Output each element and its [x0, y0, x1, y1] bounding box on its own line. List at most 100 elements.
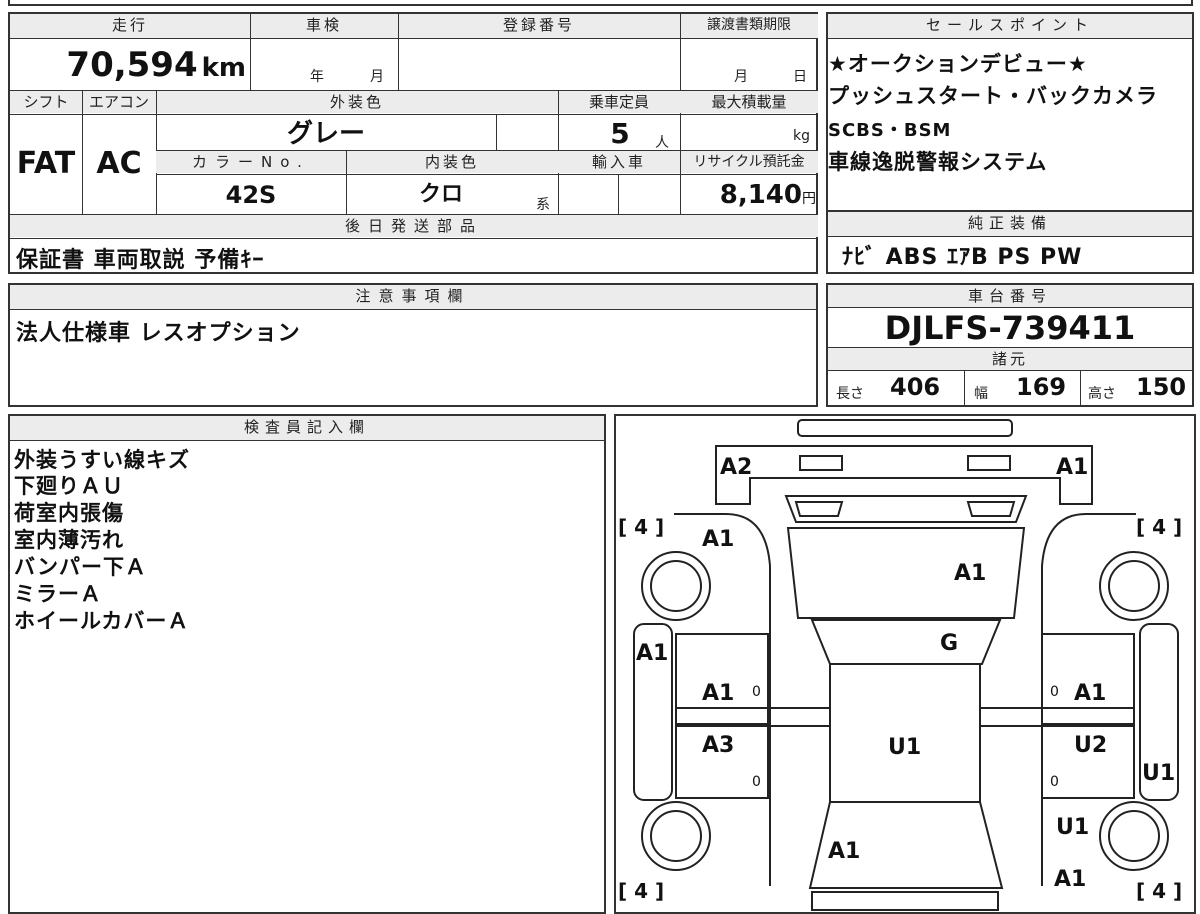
recycle-number: 8,140: [719, 180, 802, 210]
inspector-line-3: 荷室内張傷: [14, 501, 124, 525]
ac-value: AC: [96, 146, 142, 181]
vehicle-info-block: 走行 車検 登録番号 譲渡書類期限 70,594 km 年 月 月 日 シフト エ…: [8, 12, 818, 274]
inspector-line-6: ミラーＡ: [14, 582, 102, 606]
mark-door-front-right: A1: [1074, 681, 1106, 706]
hood-outline: [786, 527, 1026, 619]
recycle-value: 8,140円: [680, 174, 816, 214]
capacity-value: 5: [610, 117, 630, 150]
door-front-left: [675, 633, 769, 725]
zero-door-rear-right: 0: [1050, 774, 1059, 790]
headlight-left: [799, 455, 843, 471]
mileage-number: 70,594: [66, 45, 198, 85]
chassis-block: 車台番号 DJLFS-739411 諸元 長さ 406 幅 169 高さ 150: [826, 283, 1194, 407]
height-value: 150: [1136, 373, 1187, 401]
windshield-outline: [810, 619, 1002, 665]
color-no-label: カラーNo.: [156, 151, 346, 173]
mark-side-left: A1: [636, 641, 668, 666]
transfer-label: 譲渡書類期限: [680, 14, 818, 38]
inspector-line-2: 下廻りＡＵ: [14, 474, 124, 498]
car-damage-diagram: A2 A1 A1 A1 G A1 A1 A1 A3 U1 U2 U1 U1 A1…: [618, 419, 1182, 911]
zero-door-front-left: 0: [752, 684, 761, 700]
mark-front-right: A1: [1056, 455, 1088, 480]
shift-label: シフト: [10, 91, 82, 113]
mileage-label: 走行: [10, 14, 250, 38]
inspector-line-4: 室内薄汚れ: [14, 528, 124, 552]
inspection-year: 年: [310, 69, 324, 85]
width-label: 幅: [974, 386, 988, 402]
equipment-value: ﾅﾋﾞ ABS ｴｱB PS PW: [842, 245, 1083, 270]
mark-hood: A1: [954, 561, 986, 586]
mark-door-front-left: A1: [702, 681, 734, 706]
capacity-label: 乗車定員: [558, 91, 680, 113]
rear-bumper-outline: [811, 891, 999, 911]
mark-rear-right: A1: [1054, 867, 1086, 892]
tire-rear-right: [ 4 ]: [1136, 879, 1182, 903]
equipment-block: 純正装備 ﾅﾋﾞ ABS ｴｱB PS PW: [826, 212, 1194, 274]
load-unit: kg: [793, 128, 810, 144]
sales-points-block: セールスポイント ★オークションデビュー★ プッシュスタート・バックカメラ SC…: [826, 12, 1194, 212]
length-label: 長さ: [836, 386, 864, 402]
mark-front-left: A2: [720, 455, 752, 480]
sales-point-3: SCBS・BSM: [828, 120, 952, 141]
wheel-rear-right: [1099, 801, 1169, 871]
inspector-line-5: バンパー下Ａ: [14, 555, 148, 579]
recycle-label: リサイクル預託金: [680, 151, 818, 173]
length-value: 406: [890, 373, 941, 401]
later-parts-label: 後日発送部品: [10, 215, 818, 237]
mark-side-right: U1: [1142, 761, 1175, 786]
mark-quarter-right: U1: [1056, 815, 1089, 840]
inspection-label: 車検: [250, 14, 398, 38]
width-value: 169: [1016, 373, 1067, 401]
mark-trunk: A1: [828, 839, 860, 864]
notes-value: 法人仕様車 レスオプション: [16, 321, 301, 346]
top-cutoff-row: [8, 0, 1193, 6]
inspector-line-7: ホイールカバーＡ: [14, 609, 190, 633]
mileage-value: 70,594 km: [10, 42, 246, 88]
mark-windshield: G: [940, 631, 958, 656]
inspector-label: 検査員記入欄: [10, 416, 604, 440]
import-label: 輸入車: [558, 151, 680, 173]
color-no-value: 42S: [225, 181, 277, 209]
ac-label: エアコン: [82, 91, 156, 113]
transfer-month: 月: [734, 69, 748, 85]
interior-label: 内装色: [346, 151, 558, 173]
mark-door-rear-left: A3: [702, 733, 734, 758]
registration-label: 登録番号: [398, 14, 680, 38]
wheel-rear-left: [641, 801, 711, 871]
inspector-block: 検査員記入欄 外装うすい線キズ 下廻りＡＵ 荷室内張傷 室内薄汚れ バンパー下Ａ…: [8, 414, 606, 914]
later-parts-value: 保証書 車両取説 予備ｷｰ: [16, 248, 265, 273]
mark-fender-left: A1: [702, 527, 734, 552]
mileage-unit: km: [201, 53, 246, 83]
interior-suffix: 系: [536, 197, 550, 213]
tire-front-right: [ 4 ]: [1136, 515, 1182, 539]
interior-value: クロ: [418, 182, 463, 207]
door-front-right: [1041, 633, 1135, 725]
zero-door-front-right: 0: [1050, 684, 1059, 700]
capacity-unit: 人: [655, 135, 669, 151]
front-bumper-outline: [797, 419, 1013, 437]
mark-door-rear-right: U2: [1074, 733, 1107, 758]
notes-block: 注意事項欄 法人仕様車 レスオプション: [8, 283, 818, 407]
exterior-value: グレー: [286, 119, 365, 149]
mark-roof: U1: [888, 735, 921, 760]
tire-front-left: [ 4 ]: [618, 515, 664, 539]
shift-value: FAT: [16, 146, 76, 181]
transfer-day: 日: [793, 69, 807, 85]
sales-point-1: ★オークションデビュー★: [828, 52, 1088, 76]
wheel-front-left: [641, 551, 711, 621]
height-label: 高さ: [1088, 386, 1116, 402]
tire-rear-left: [ 4 ]: [618, 879, 664, 903]
sales-points-label: セールスポイント: [828, 14, 1192, 38]
wheel-front-right: [1099, 551, 1169, 621]
zero-door-rear-left: 0: [752, 774, 761, 790]
inspection-month: 月: [370, 69, 384, 85]
sales-point-4: 車線逸脱警報システム: [828, 150, 1048, 174]
notes-label: 注意事項欄: [10, 285, 816, 309]
equipment-label: 純正装備: [828, 212, 1192, 236]
recycle-unit: 円: [802, 191, 816, 207]
specs-label: 諸元: [828, 348, 1192, 370]
chassis-label: 車台番号: [828, 285, 1192, 307]
chassis-value: DJLFS-739411: [884, 309, 1136, 347]
grille-outline: [784, 495, 1028, 523]
load-label: 最大積載量: [680, 91, 818, 113]
